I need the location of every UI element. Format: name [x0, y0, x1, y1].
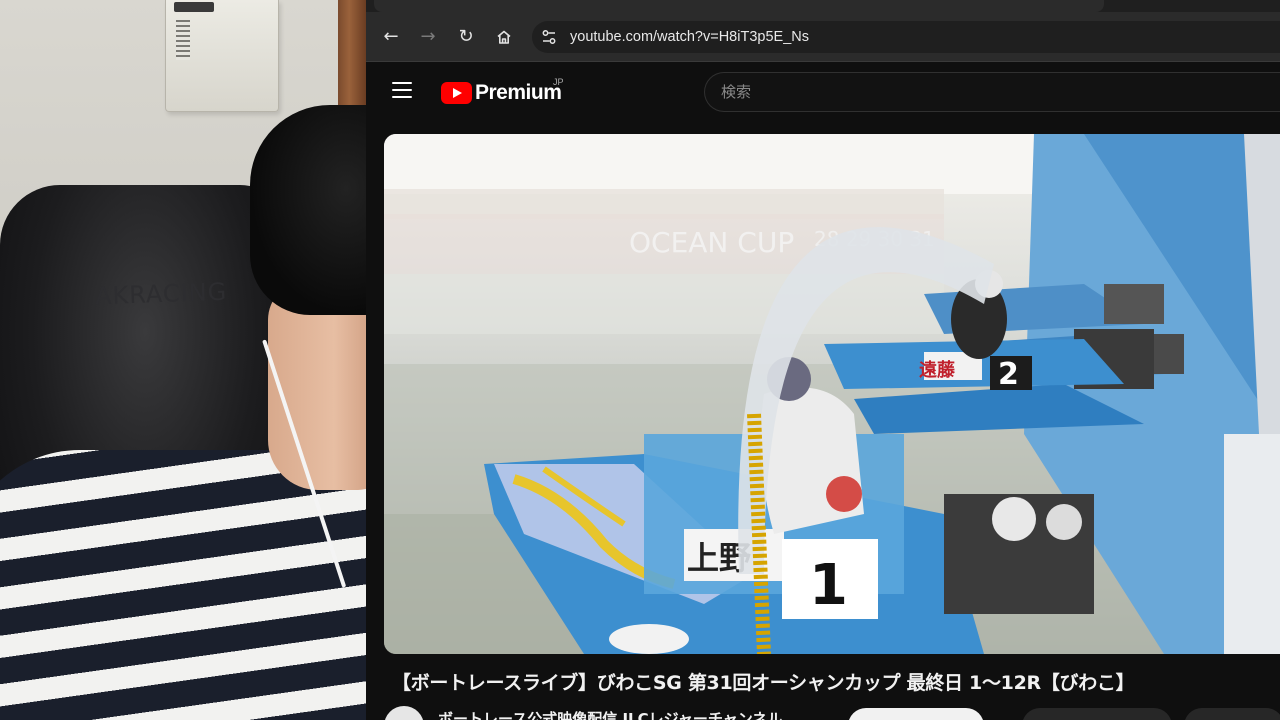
video-player[interactable]: OCEAN CUP 28 29 30 31 — [384, 134, 1280, 654]
channel-name[interactable]: ボートレース公式映像配信 JLCレジャーチャンネル — [438, 708, 782, 720]
home-icon[interactable] — [491, 24, 517, 50]
url-text[interactable]: youtube.com/watch?v=H8iT3p5E_Ns — [570, 29, 809, 45]
intercom-display — [174, 2, 214, 12]
intercom-grille — [176, 20, 190, 60]
boat-name-tag-2: 遠藤 — [919, 359, 956, 381]
chair-brand-logo: AKRACING — [94, 277, 228, 311]
webcam-overlay: AKRACING — [0, 0, 366, 720]
search-box[interactable] — [704, 72, 1280, 112]
browser-window: ← → ↻ youtube.com/watch?v=H8iT3p5E_Ns Pr… — [366, 0, 1280, 720]
forward-icon[interactable]: → — [415, 24, 441, 50]
video-frame: OCEAN CUP 28 29 30 31 — [384, 134, 1280, 654]
search-input[interactable] — [721, 83, 1241, 101]
channel-row: ボートレース公式映像配信 JLCレジャーチャンネル — [384, 704, 1280, 720]
address-bar[interactable]: youtube.com/watch?v=H8iT3p5E_Ns — [532, 21, 1280, 53]
youtube-masthead: Premium JP — [366, 62, 1280, 124]
back-icon[interactable]: ← — [378, 24, 404, 50]
logo-region: JP — [553, 77, 564, 87]
menu-icon[interactable] — [392, 82, 416, 102]
tune-icon[interactable] — [534, 22, 564, 52]
youtube-premium-logo[interactable]: Premium JP — [441, 77, 564, 107]
logo-text: Premium — [475, 81, 562, 104]
boat-number-1: 1 — [809, 553, 848, 618]
active-tab[interactable] — [374, 0, 1104, 12]
stadium-banner-text: OCEAN CUP — [629, 226, 794, 259]
person-hair — [250, 105, 366, 315]
wall-intercom — [165, 0, 279, 112]
youtube-play-icon — [441, 82, 472, 104]
tab-strip — [366, 0, 1280, 12]
boat-number-2: 2 — [998, 357, 1019, 392]
like-dislike-button[interactable] — [1022, 708, 1172, 720]
channel-avatar[interactable] — [384, 706, 424, 720]
reload-icon[interactable]: ↻ — [453, 24, 479, 50]
video-title: 【ボートレースライブ】びわこSG 第31回オーシャンカップ 最終日 1〜12R【… — [392, 672, 1135, 694]
share-button[interactable] — [1184, 708, 1280, 720]
browser-toolbar: ← → ↻ youtube.com/watch?v=H8iT3p5E_Ns — [366, 12, 1280, 62]
subscribe-button[interactable] — [848, 708, 984, 720]
